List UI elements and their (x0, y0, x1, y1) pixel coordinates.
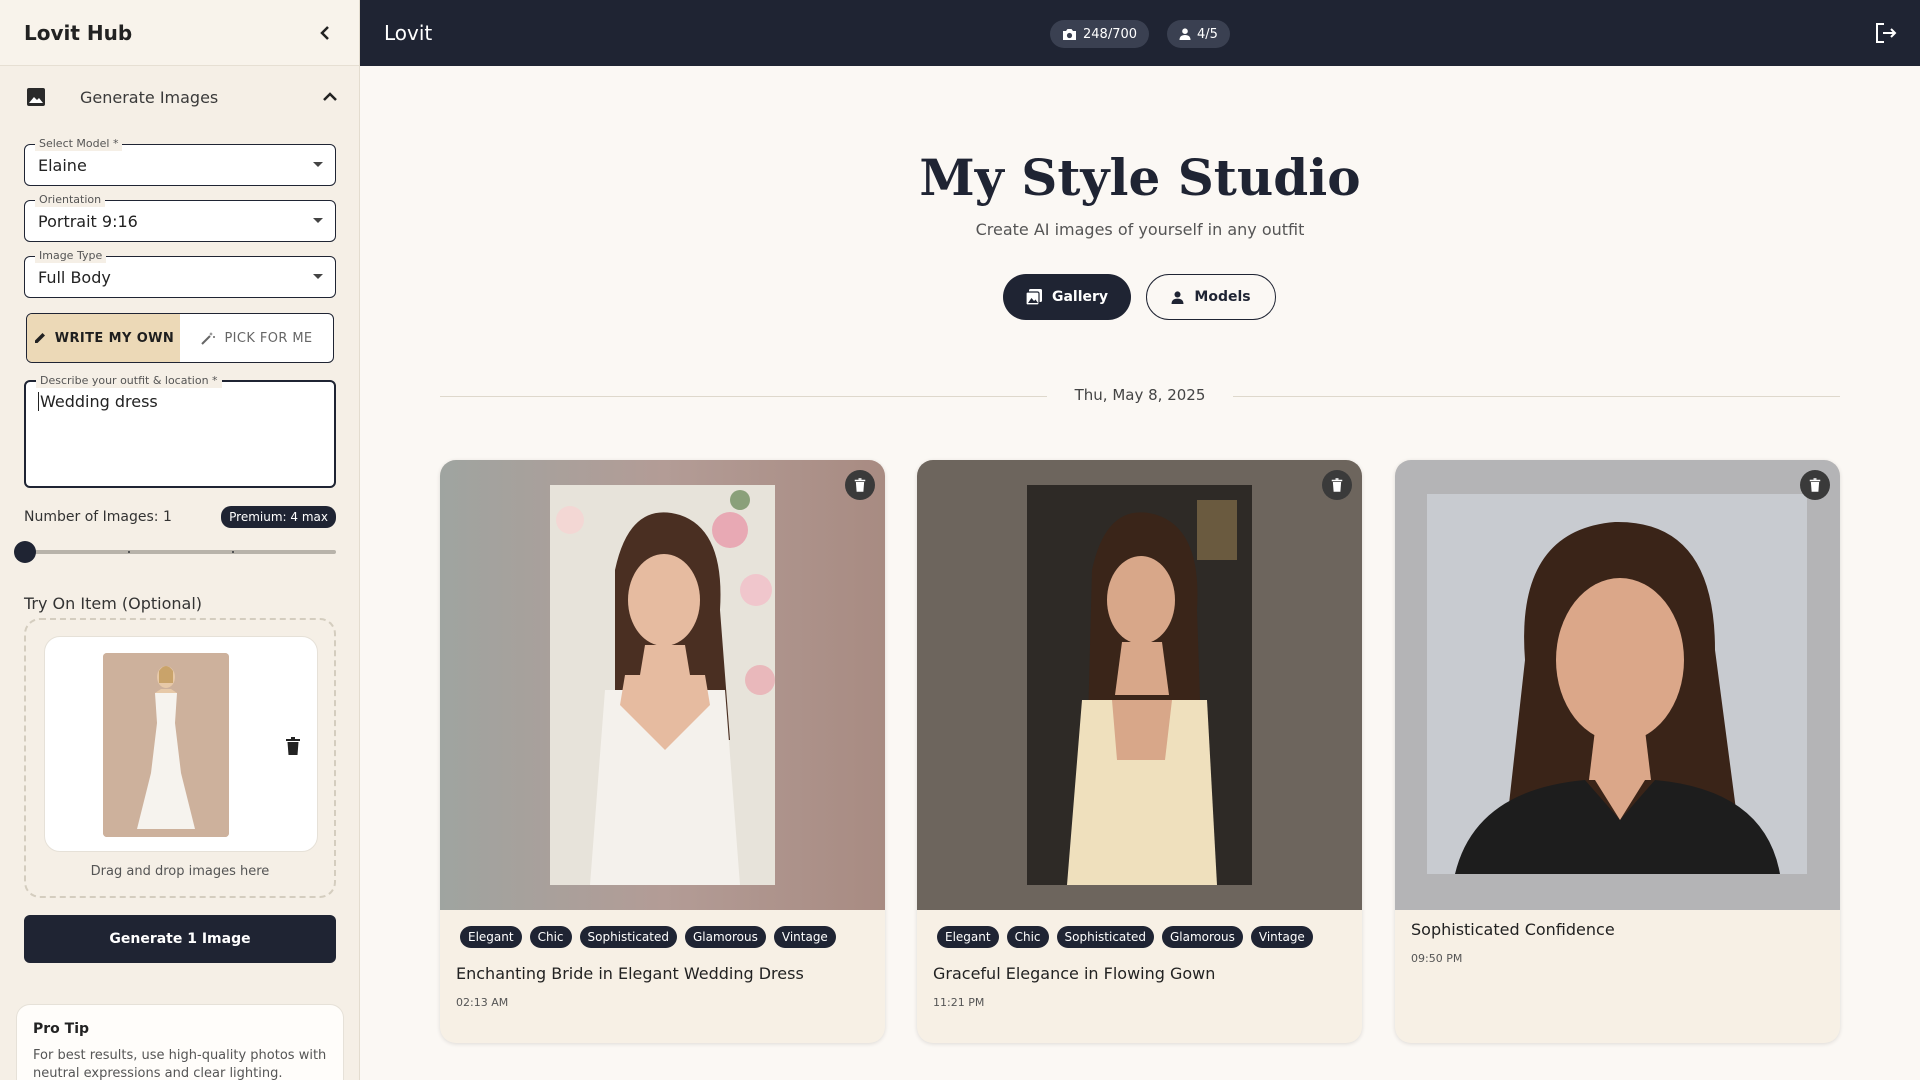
outfit-description-textarea[interactable]: Describe your outfit & location * Weddin… (24, 374, 336, 488)
trash-icon (1331, 478, 1343, 492)
outfit-description-legend: Describe your outfit & location * (36, 374, 222, 388)
outfit-description-value: Wedding dress (38, 392, 158, 411)
trash-icon (1809, 478, 1821, 492)
image-type-field[interactable]: Image Type Full Body (24, 249, 336, 298)
orientation-field[interactable]: Orientation Portrait 9:16 (24, 193, 336, 242)
model-count: 4/5 (1197, 26, 1218, 42)
tag: Elegant (460, 926, 522, 948)
tag: Glamorous (684, 926, 766, 948)
select-model-legend: Select Model * (35, 137, 123, 151)
tag: Chic (529, 926, 572, 948)
gallery-card-image (917, 460, 1362, 910)
image-type-value: Full Body (38, 268, 111, 287)
gallery-icon (1025, 289, 1042, 305)
dropdown-caret-icon (313, 162, 323, 167)
magic-wand-icon (201, 332, 216, 345)
gallery-card[interactable]: Elegant Chic Sophisticated Glamorous Vin… (917, 460, 1362, 1043)
slider-tick (232, 551, 234, 553)
section-label: Generate Images (80, 87, 219, 107)
photo-count: 248/700 (1083, 26, 1138, 42)
date-label: Thu, May 8, 2025 (1046, 386, 1234, 404)
card-title: Graceful Elegance in Flowing Gown (933, 964, 1216, 983)
write-my-own-label: WRITE MY OWN (54, 330, 175, 346)
gallery-card-image (440, 460, 885, 910)
try-on-item-card (44, 636, 318, 852)
dropdown-caret-icon (313, 274, 323, 279)
models-button[interactable]: Models (1146, 274, 1276, 320)
sidebar-header: Lovit Hub (0, 0, 359, 66)
gallery-label: Gallery (1051, 289, 1109, 305)
orientation-legend: Orientation (35, 193, 106, 207)
number-of-images-slider[interactable] (14, 541, 336, 563)
tag: Sophisticated (1056, 926, 1154, 948)
pencil-icon (34, 333, 45, 343)
number-of-images-label: Number of Images: 1 (24, 509, 172, 525)
slider-tick (128, 551, 130, 553)
try-on-label: Try On Item (Optional) (24, 594, 203, 613)
collapse-sidebar-button[interactable] (313, 21, 337, 45)
gallery-card[interactable]: Elegant Chic Sophisticated Glamorous Vin… (440, 460, 885, 1043)
pick-for-me-label: PICK FOR ME (224, 330, 313, 346)
pro-tip-text: For best results, use high-quality photo… (33, 1048, 327, 1080)
delete-card-button[interactable] (1322, 470, 1352, 500)
trash-icon (854, 478, 866, 492)
pro-tip-card: Pro Tip For best results, use high-quali… (16, 1004, 344, 1080)
logout-icon[interactable] (1874, 22, 1898, 44)
orientation-value: Portrait 9:16 (38, 212, 138, 231)
camera-icon (1063, 28, 1076, 40)
dropzone-text: Drag and drop images here (90, 864, 270, 879)
delete-card-button[interactable] (845, 470, 875, 500)
date-label-wrap: Thu, May 8, 2025 (360, 386, 1920, 404)
main-content: My Style Studio Create AI images of your… (360, 66, 1920, 1080)
card-title: Enchanting Bride in Elegant Wedding Dres… (456, 964, 804, 983)
chevron-left-icon (320, 25, 329, 40)
tag: Vintage (773, 926, 836, 948)
dropdown-caret-icon (313, 218, 323, 223)
card-title: Sophisticated Confidence (1411, 920, 1615, 939)
pro-tip-title: Pro Tip (33, 1021, 90, 1037)
tag: Elegant (937, 926, 999, 948)
gallery-card-image (1395, 460, 1840, 910)
gallery-button[interactable]: Gallery (1003, 274, 1131, 320)
delete-card-button[interactable] (1800, 470, 1830, 500)
tag: Glamorous (1161, 926, 1243, 948)
slider-thumb[interactable] (14, 541, 36, 563)
try-on-dropzone[interactable]: Drag and drop images here (24, 618, 336, 898)
page-title: My Style Studio (919, 148, 1361, 207)
card-time: 09:50 PM (1411, 952, 1463, 965)
premium-badge: Premium: 4 max (221, 506, 336, 528)
generate-button[interactable]: Generate 1 Image (24, 915, 336, 963)
trash-icon[interactable] (285, 737, 301, 755)
page-subtitle: Create AI images of yourself in any outf… (975, 220, 1305, 239)
image-type-legend: Image Type (35, 249, 107, 263)
sidebar-title: Lovit Hub (24, 20, 133, 45)
person-icon (1171, 290, 1184, 304)
prompt-mode-toggle: WRITE MY OWN PICK FOR ME (26, 313, 334, 363)
image-icon (27, 88, 45, 106)
number-of-images-row: Number of Images: 1 Premium: 4 max (24, 506, 336, 528)
pick-for-me-button[interactable]: PICK FOR ME (180, 314, 333, 362)
app-title: Lovit (384, 21, 433, 45)
card-time: 02:13 AM (456, 996, 509, 1009)
gallery-card[interactable]: Sophisticated Confidence 09:50 PM (1395, 460, 1840, 1043)
tag-list: Elegant Chic Sophisticated Glamorous Vin… (937, 926, 1313, 948)
select-model-value: Elaine (38, 156, 87, 175)
generate-images-section-header[interactable]: Generate Images (0, 66, 359, 128)
tag-list: Elegant Chic Sophisticated Glamorous Vin… (460, 926, 836, 948)
try-on-item-image (103, 653, 229, 837)
person-icon (1179, 28, 1191, 40)
tag: Vintage (1250, 926, 1313, 948)
tag: Sophisticated (579, 926, 677, 948)
sidebar: Lovit Hub Generate Images Select Model *… (0, 0, 360, 1080)
photo-count-chip: 248/700 (1050, 20, 1150, 48)
model-count-chip: 4/5 (1167, 20, 1230, 48)
chevron-up-icon (323, 92, 337, 101)
top-bar: Lovit 248/700 4/5 (360, 0, 1920, 66)
write-my-own-button[interactable]: WRITE MY OWN (27, 314, 180, 362)
card-time: 11:21 PM (933, 996, 985, 1009)
models-label: Models (1194, 289, 1251, 305)
select-model-field[interactable]: Select Model * Elaine (24, 137, 336, 186)
tag: Chic (1006, 926, 1049, 948)
